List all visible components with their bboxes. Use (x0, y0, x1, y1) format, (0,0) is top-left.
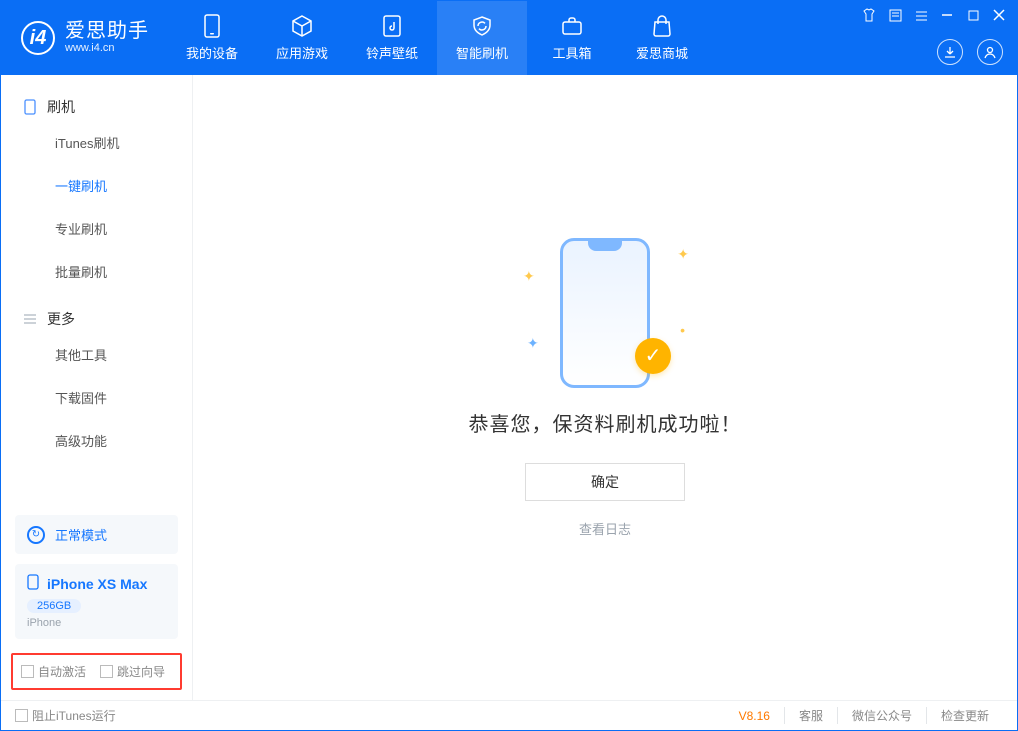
refresh-shield-icon (470, 14, 494, 38)
group-title: 刷机 (47, 97, 75, 117)
nav-my-device[interactable]: 我的设备 (167, 1, 257, 75)
sidebar-item-oneclick-flash[interactable]: 一键刷机 (1, 164, 192, 207)
footer-link-support[interactable]: 客服 (784, 707, 837, 724)
download-icon[interactable] (937, 39, 963, 65)
nav-label: 智能刷机 (456, 43, 508, 62)
mode-card[interactable]: ↻ 正常模式 (15, 515, 178, 554)
main-content: ✓ ✦ ✦ • ✦ 恭喜您，保资料刷机成功啦！ 确定 查看日志 (193, 75, 1017, 700)
sidebar-item-itunes-flash[interactable]: iTunes刷机 (1, 121, 192, 164)
nav-store[interactable]: 爱思商城 (617, 1, 707, 75)
mode-label: 正常模式 (55, 525, 107, 544)
sparkle-icon: ✦ (677, 246, 689, 263)
bag-icon (650, 14, 674, 38)
status-bar: 阻止iTunes运行 V8.16 客服 微信公众号 检查更新 (1, 700, 1017, 730)
sidebar-item-batch-flash[interactable]: 批量刷机 (1, 250, 192, 293)
maximize-icon[interactable] (965, 7, 981, 23)
briefcase-icon (560, 14, 584, 38)
logo: i4 爱思助手 www.i4.cn (1, 1, 167, 75)
menu-icon[interactable] (913, 7, 929, 23)
header-user-controls (937, 39, 1003, 65)
footer-link-update[interactable]: 检查更新 (926, 707, 1003, 724)
ok-button[interactable]: 确定 (525, 463, 685, 501)
checkbox-auto-activate[interactable]: 自动激活 (21, 663, 86, 680)
view-log-link[interactable]: 查看日志 (579, 519, 631, 538)
minimize-icon[interactable] (939, 7, 955, 23)
sidebar: 刷机 iTunes刷机 一键刷机 专业刷机 批量刷机 更多 其他工具 下载固件 … (1, 75, 193, 700)
checkbox-icon (100, 665, 113, 678)
highlighted-options-row: 自动激活 跳过向导 (11, 653, 182, 690)
app-name-cn: 爱思助手 (65, 21, 149, 41)
sparkle-icon: ✦ (527, 335, 539, 352)
success-illustration: ✓ ✦ ✦ • ✦ (545, 238, 665, 388)
checkbox-block-itunes[interactable]: 阻止iTunes运行 (15, 707, 116, 724)
sidebar-group-more: 更多 (1, 293, 192, 333)
sidebar-group-flash: 刷机 (1, 81, 192, 121)
checkbox-icon (15, 709, 28, 722)
nav-apps-games[interactable]: 应用游戏 (257, 1, 347, 75)
group-title: 更多 (47, 309, 75, 329)
shirt-icon[interactable] (861, 7, 877, 23)
nav-label: 应用游戏 (276, 43, 328, 62)
user-icon[interactable] (977, 39, 1003, 65)
nav-label: 铃声壁纸 (366, 43, 418, 62)
list-small-icon (23, 312, 37, 326)
device-type: iPhone (27, 617, 166, 629)
note-icon[interactable] (887, 7, 903, 23)
phone-small-icon (23, 100, 37, 114)
nav-label: 工具箱 (552, 43, 591, 62)
checkbox-skip-guide[interactable]: 跳过向导 (100, 663, 165, 680)
success-message: 恭喜您，保资料刷机成功啦！ (469, 408, 742, 437)
logo-icon: i4 (21, 21, 55, 55)
device-small-icon (27, 574, 39, 593)
device-name: iPhone XS Max (47, 576, 147, 592)
checkbox-icon (21, 665, 34, 678)
sidebar-item-download-firmware[interactable]: 下载固件 (1, 376, 192, 419)
sparkle-icon: ✦ (523, 268, 535, 285)
music-file-icon (380, 14, 404, 38)
version-label: V8.16 (739, 709, 770, 723)
window-controls (861, 7, 1007, 23)
nav-ringtone-wallpaper[interactable]: 铃声壁纸 (347, 1, 437, 75)
device-storage: 256GB (27, 599, 81, 613)
mode-normal-icon: ↻ (27, 526, 45, 544)
footer-link-wechat[interactable]: 微信公众号 (837, 707, 926, 724)
top-nav: 我的设备 应用游戏 铃声壁纸 智能刷机 工具箱 爱思商城 (167, 1, 707, 75)
close-icon[interactable] (991, 7, 1007, 23)
sidebar-item-pro-flash[interactable]: 专业刷机 (1, 207, 192, 250)
device-card[interactable]: iPhone XS Max 256GB iPhone (15, 564, 178, 639)
nav-label: 我的设备 (186, 43, 238, 62)
nav-label: 爱思商城 (636, 43, 688, 62)
sidebar-item-advanced[interactable]: 高级功能 (1, 419, 192, 462)
check-badge-icon: ✓ (635, 338, 671, 374)
sparkle-icon: • (680, 322, 685, 338)
cube-icon (290, 14, 314, 38)
app-header: i4 爱思助手 www.i4.cn 我的设备 应用游戏 铃声壁纸 智能刷机 工具… (1, 1, 1017, 75)
nav-smart-flash[interactable]: 智能刷机 (437, 1, 527, 75)
device-icon (200, 14, 224, 38)
nav-toolbox[interactable]: 工具箱 (527, 1, 617, 75)
app-name-en: www.i4.cn (65, 41, 149, 55)
sidebar-item-other-tools[interactable]: 其他工具 (1, 333, 192, 376)
